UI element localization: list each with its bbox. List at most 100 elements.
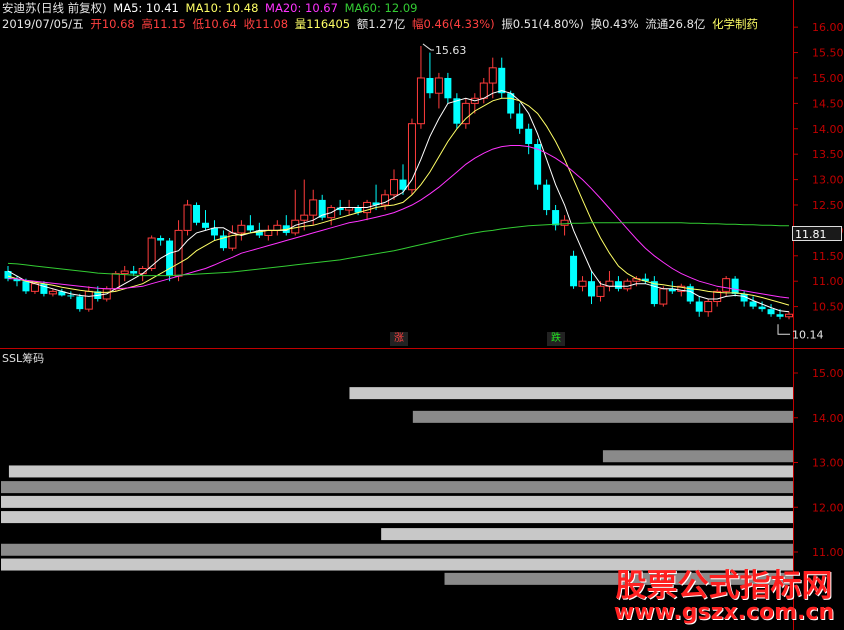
candle-body-up	[309, 199, 318, 216]
candle-body-down	[749, 301, 757, 307]
amount-value: 额1.27亿	[356, 17, 406, 31]
chip-bar	[602, 450, 793, 463]
up-marker: 涨	[390, 332, 408, 346]
chip-bar	[349, 387, 793, 400]
high-price-label: 15.63	[435, 44, 467, 57]
candle-body-down	[498, 67, 506, 94]
candle-body-down	[695, 301, 703, 312]
price-tick-label: 14.50	[812, 97, 844, 110]
candle-body-down	[516, 113, 524, 129]
high-value: 高11.15	[141, 17, 186, 31]
low-price-label: 10.14	[792, 328, 824, 341]
candle-body-up	[488, 67, 497, 84]
indicator-tick-label: 11.00	[812, 546, 844, 559]
ma10-value: MA10: 10.48	[185, 1, 259, 15]
price-tick-label: 13.00	[812, 174, 844, 187]
ma60-value: MA60: 12.09	[344, 1, 418, 15]
candle-body-down	[776, 314, 784, 317]
indicator-tick-label: 13.00	[812, 457, 844, 470]
low-value: 低10.64	[192, 17, 237, 31]
candle-body-down	[453, 98, 461, 124]
candle-body-down	[130, 271, 138, 274]
watermark: 股票公式指标网 www.gszx.com.cn	[610, 570, 838, 626]
stock-title[interactable]: 安迪苏(日线 前复权)	[2, 1, 107, 15]
indicator-tick-label: 12.00	[812, 501, 844, 514]
candle-body-up	[183, 204, 192, 231]
candle-body-down	[767, 309, 775, 315]
stock-chart[interactable]: 16.00 15.50 15.00 14.50 14.00 13.50 13.00 12.50…	[0, 0, 844, 630]
candle-body-down	[614, 281, 622, 289]
candle-body-up	[578, 280, 587, 287]
candle-body-down	[570, 255, 578, 287]
candle-body-up	[659, 288, 668, 305]
watermark-title: 股票公式指标网	[615, 568, 833, 604]
candle-body-up	[479, 82, 488, 99]
indicator-tick-label: 14.00	[812, 412, 844, 425]
float-cap-value: 流通26.8亿	[645, 17, 706, 31]
indicator-title: SSL筹码	[2, 352, 45, 365]
header-row-2: 2019/07/05/五 开10.68 高11.15 低10.64 收11.08…	[2, 17, 761, 31]
price-tick-label: 11.50	[812, 250, 844, 263]
candle-body-down	[67, 295, 75, 297]
candle-body-up	[174, 229, 183, 277]
chip-bar	[381, 528, 793, 541]
price-tick-label: 15.00	[812, 72, 844, 85]
candle-body-down	[426, 77, 434, 94]
price-tick-label: 16.00	[812, 21, 844, 34]
candle-body-down	[731, 278, 739, 294]
volume-value: 量116405	[294, 17, 351, 31]
candle-body-down	[246, 225, 254, 231]
down-marker: 跌	[547, 332, 565, 346]
price-tick-label: 10.50	[812, 301, 844, 314]
candle-body-up	[48, 290, 57, 295]
high-pointer	[422, 43, 434, 51]
ssl-chip-bars	[1, 387, 794, 585]
candle-body-up	[722, 278, 731, 292]
candle-body-down	[22, 281, 30, 292]
candle-body-up	[237, 224, 246, 234]
candle-body-down	[444, 77, 452, 99]
candle-body-up	[84, 290, 93, 310]
candle-body-up	[704, 301, 713, 313]
current-price-level: 11.81	[792, 226, 842, 241]
candle-body-down	[201, 222, 209, 228]
ma20-value: MA20: 10.67	[265, 1, 338, 15]
chip-bar	[1, 495, 793, 508]
candle-body-up	[785, 313, 793, 318]
sector-link[interactable]: 化学制药	[712, 17, 758, 31]
candle-body-down	[588, 281, 596, 297]
candle-body-up	[434, 77, 443, 94]
chip-bar	[1, 511, 793, 524]
price-tick-label: 15.50	[812, 47, 844, 60]
candle-body-down	[552, 210, 560, 226]
candle-body-down	[166, 240, 174, 277]
chip-bar	[1, 543, 793, 556]
price-tick-label: 13.50	[812, 148, 844, 161]
ma5-value: MA5: 10.41	[113, 1, 179, 15]
candle-body-down	[543, 184, 551, 211]
candle-body-up	[596, 285, 605, 297]
candle-body-up	[623, 280, 632, 290]
header-row-1: 安迪苏(日线 前复权) MA5: 10.41 MA10: 10.48 MA20:…	[2, 1, 420, 15]
close-value: 收11.08	[243, 17, 289, 31]
date-label: 2019/07/05/五	[2, 17, 84, 31]
indicator-tick-label: 15.00	[812, 367, 844, 380]
chip-bar	[8, 465, 794, 478]
candle-body-up	[416, 77, 425, 125]
candle-body-up	[111, 273, 120, 290]
turnover-value: 换0.43%	[590, 17, 639, 31]
price-tick-label: 12.50	[812, 199, 844, 212]
candle-body-down	[157, 238, 165, 241]
change-value: 幅0.46(4.33%)	[412, 17, 495, 31]
price-tick-label: 11.00	[812, 275, 844, 288]
candle-body-down	[650, 281, 658, 305]
watermark-url: www.gszx.com.cn	[613, 600, 835, 625]
chip-bar	[1, 481, 793, 494]
candle-body-up	[300, 214, 309, 221]
candle-body-down	[758, 306, 766, 310]
candlestick-series	[4, 45, 793, 320]
candle-body-up	[120, 270, 129, 275]
amplitude-value: 振0.51(4.80%)	[501, 17, 584, 31]
chip-bar	[412, 410, 793, 423]
candle-body-down	[193, 204, 201, 223]
